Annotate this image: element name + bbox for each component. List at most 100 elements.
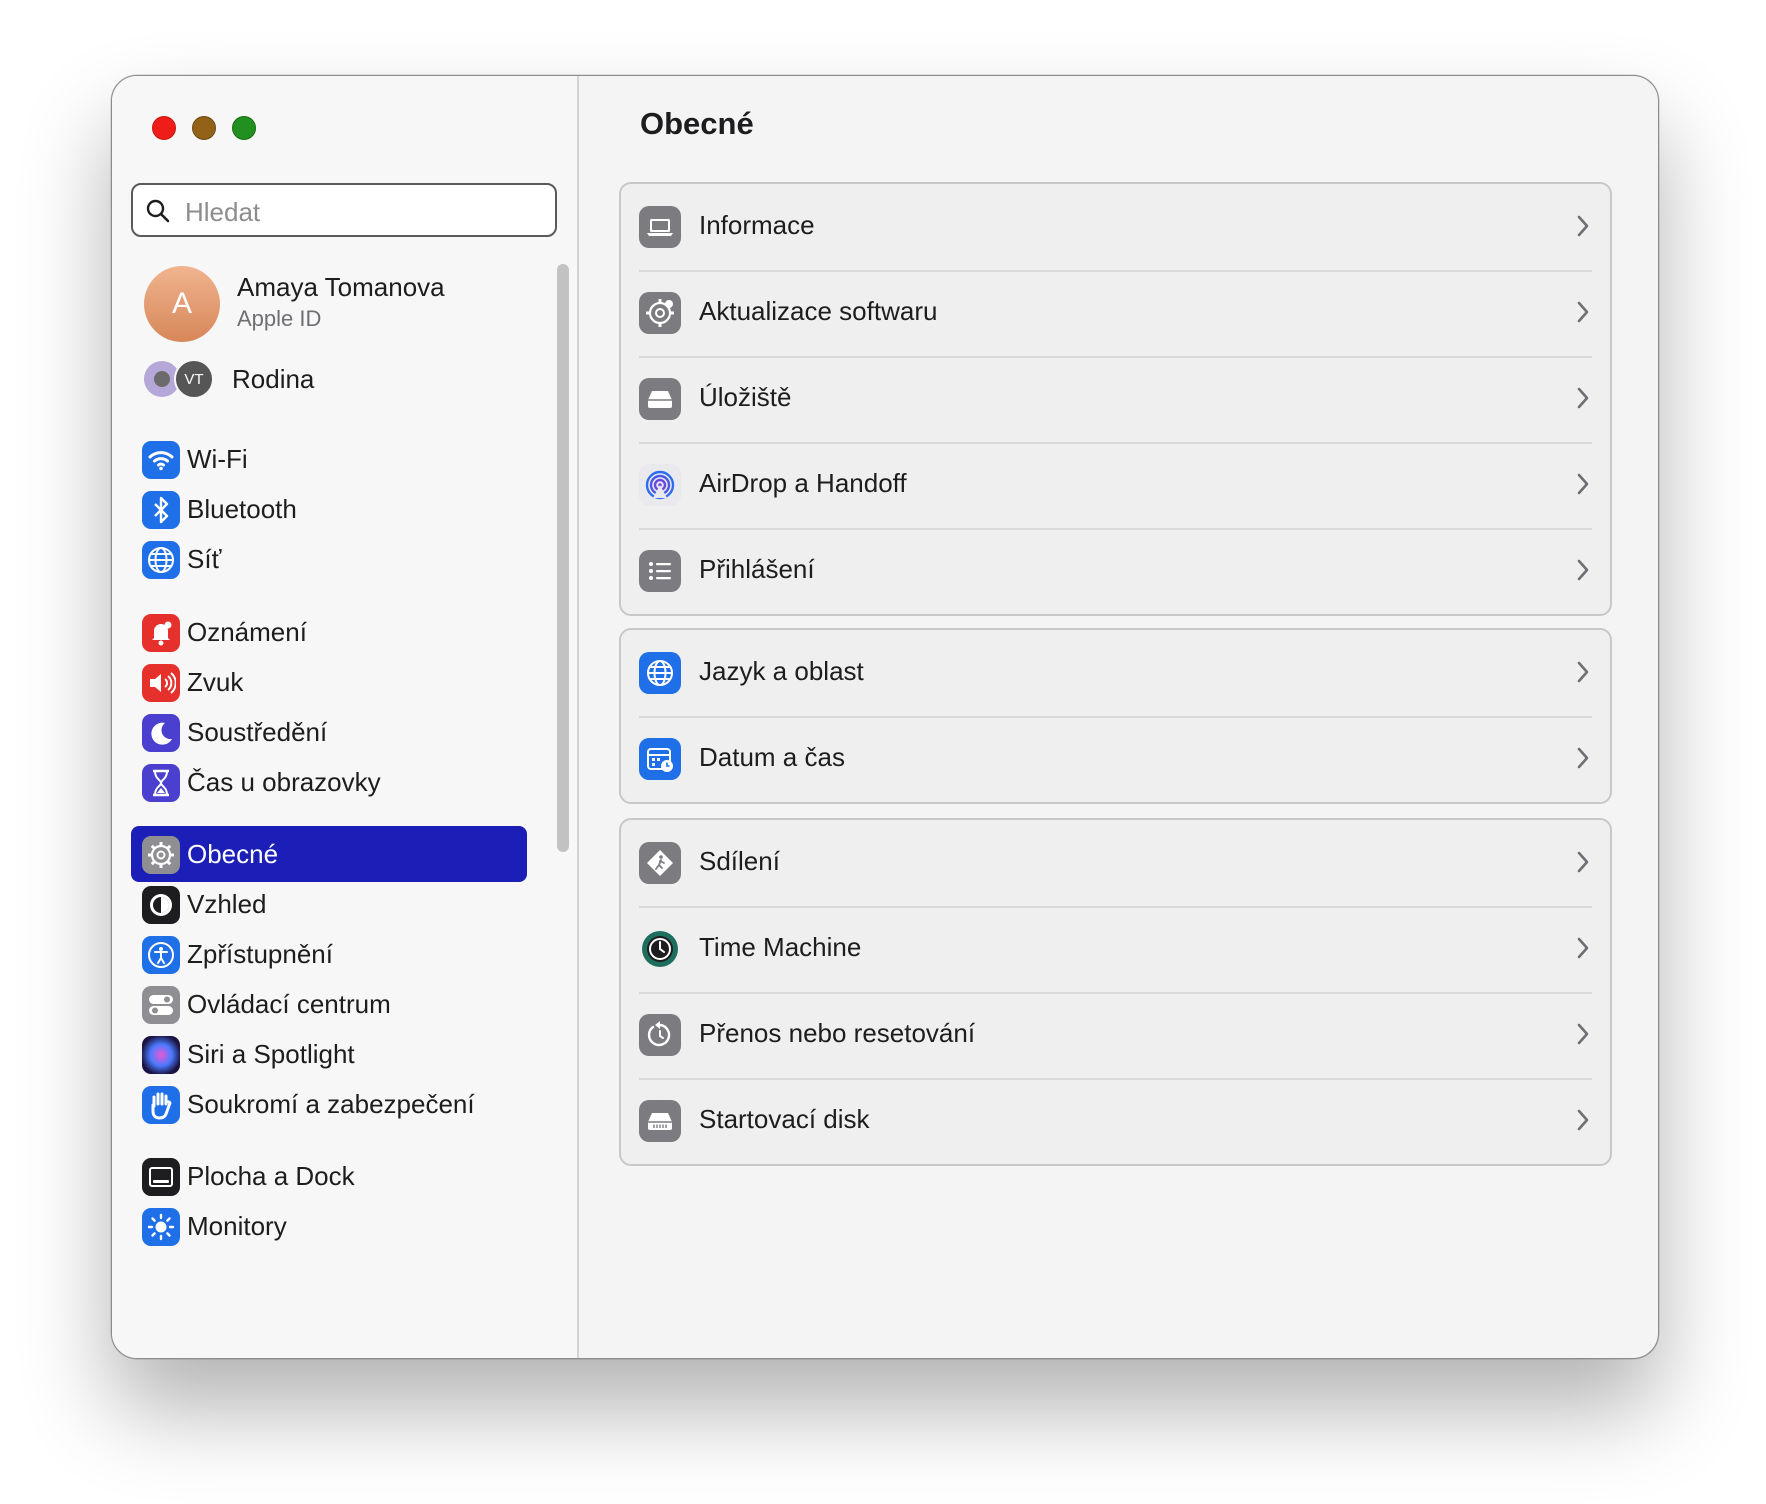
chevron-right-icon bbox=[1577, 661, 1589, 683]
zoom-button[interactable] bbox=[232, 116, 256, 140]
settings-group-locale: Jazyk a oblast Datum a čas bbox=[619, 628, 1612, 804]
sidebar-item-label: Siri a Spotlight bbox=[187, 1039, 355, 1069]
hourglass-icon bbox=[142, 764, 180, 802]
sun-icon bbox=[142, 1208, 180, 1246]
sidebar: Hledat A Amaya Tomanova Apple ID VT Rodi… bbox=[112, 76, 579, 1358]
settings-group-device: Informace Aktualizace softwaru Úložiště … bbox=[619, 182, 1612, 616]
list-icon bbox=[639, 550, 681, 592]
hand-icon bbox=[142, 1086, 180, 1124]
settings-group-system: Sdílení Time Machine Přenos nebo resetov… bbox=[619, 818, 1612, 1166]
sidebar-item-network[interactable]: Síť bbox=[131, 531, 527, 587]
sidebar-item-label: Wi-Fi bbox=[187, 444, 248, 474]
sidebar-item-wifi[interactable]: Wi-Fi bbox=[131, 431, 527, 487]
sidebar-item-accessibility[interactable]: Zpřístupnění bbox=[131, 926, 527, 982]
row-date-time[interactable]: Datum a čas bbox=[621, 716, 1610, 802]
row-label: Jazyk a oblast bbox=[699, 656, 864, 686]
close-button[interactable] bbox=[152, 116, 176, 140]
row-login-items[interactable]: Přihlášení bbox=[621, 528, 1610, 614]
sidebar-item-label: Oznámení bbox=[187, 617, 307, 647]
speaker-icon bbox=[142, 664, 180, 702]
calendar-clock-icon bbox=[639, 738, 681, 780]
gear-badge-icon bbox=[639, 292, 681, 334]
time-machine-icon bbox=[639, 928, 681, 970]
row-label: Startovací disk bbox=[699, 1104, 870, 1134]
sidebar-item-sound[interactable]: Zvuk bbox=[131, 654, 527, 710]
settings-window: Hledat A Amaya Tomanova Apple ID VT Rodi… bbox=[111, 75, 1659, 1359]
search-field[interactable]: Hledat bbox=[131, 183, 557, 237]
drive-icon bbox=[639, 378, 681, 420]
sidebar-item-label: Čas u obrazovky bbox=[187, 767, 381, 797]
appearance-icon bbox=[142, 886, 180, 924]
family-member-avatar-initials: VT bbox=[174, 359, 214, 399]
globe-icon bbox=[639, 652, 681, 694]
dock-icon bbox=[142, 1158, 180, 1196]
sidebar-item-label: Soustředění bbox=[187, 717, 328, 747]
row-about[interactable]: Informace bbox=[621, 184, 1610, 270]
chevron-right-icon bbox=[1577, 937, 1589, 959]
chevron-right-icon bbox=[1577, 301, 1589, 323]
chevron-right-icon bbox=[1577, 559, 1589, 581]
row-label: Přenos nebo resetování bbox=[699, 1018, 976, 1048]
gear-icon bbox=[142, 836, 180, 874]
chevron-right-icon bbox=[1577, 387, 1589, 409]
profile-name: Amaya Tomanova bbox=[237, 272, 445, 302]
chevron-right-icon bbox=[1577, 851, 1589, 873]
globe-icon bbox=[142, 541, 180, 579]
chevron-right-icon bbox=[1577, 215, 1589, 237]
sharing-icon bbox=[639, 842, 681, 884]
siri-icon bbox=[142, 1036, 180, 1074]
row-airdrop-handoff[interactable]: AirDrop a Handoff bbox=[621, 442, 1610, 528]
sidebar-item-label: Obecné bbox=[187, 839, 279, 869]
laptop-icon bbox=[639, 206, 681, 248]
sidebar-item-label: Vzhled bbox=[187, 889, 267, 919]
reset-icon bbox=[639, 1014, 681, 1056]
row-label: Time Machine bbox=[699, 932, 862, 962]
sidebar-item-focus[interactable]: Soustředění bbox=[131, 704, 527, 760]
sidebar-item-displays[interactable]: Monitory bbox=[131, 1198, 527, 1254]
sidebar-item-screen-time[interactable]: Čas u obrazovky bbox=[131, 754, 527, 810]
moon-icon bbox=[142, 714, 180, 752]
sidebar-item-siri-spotlight[interactable]: Siri a Spotlight bbox=[131, 1026, 527, 1082]
sidebar-item-control-center[interactable]: Ovládací centrum bbox=[131, 976, 527, 1032]
sidebar-item-desktop-dock[interactable]: Plocha a Dock bbox=[131, 1148, 527, 1204]
row-sharing[interactable]: Sdílení bbox=[621, 820, 1610, 906]
search-icon bbox=[146, 199, 170, 223]
accessibility-icon bbox=[142, 936, 180, 974]
row-label: Sdílení bbox=[699, 846, 780, 876]
sidebar-item-label: Bluetooth bbox=[187, 494, 297, 524]
sidebar-item-privacy-security[interactable]: Soukromí a zabezpečení bbox=[131, 1076, 527, 1132]
sidebar-item-general[interactable]: Obecné bbox=[131, 826, 527, 882]
row-time-machine[interactable]: Time Machine bbox=[621, 906, 1610, 992]
row-label: Úložiště bbox=[699, 382, 792, 412]
row-label: Informace bbox=[699, 210, 815, 240]
sidebar-item-label: Plocha a Dock bbox=[187, 1161, 355, 1191]
chevron-right-icon bbox=[1577, 747, 1589, 769]
row-label: Aktualizace softwaru bbox=[699, 296, 938, 326]
row-storage[interactable]: Úložiště bbox=[621, 356, 1610, 442]
startup-disk-icon bbox=[639, 1100, 681, 1142]
toggles-icon bbox=[142, 986, 180, 1024]
row-transfer-reset[interactable]: Přenos nebo resetování bbox=[621, 992, 1610, 1078]
sidebar-item-label: Soukromí a zabezpečení bbox=[187, 1089, 475, 1119]
profile-subtitle: Apple ID bbox=[237, 306, 322, 331]
sidebar-item-label: Ovládací centrum bbox=[187, 989, 391, 1019]
minimize-button[interactable] bbox=[192, 116, 216, 140]
row-language-region[interactable]: Jazyk a oblast bbox=[621, 630, 1610, 716]
sidebar-item-label: Monitory bbox=[187, 1211, 287, 1241]
sidebar-scrollbar[interactable] bbox=[557, 264, 569, 852]
family-label: Rodina bbox=[232, 364, 315, 394]
row-startup-disk[interactable]: Startovací disk bbox=[621, 1078, 1610, 1164]
row-label: AirDrop a Handoff bbox=[699, 468, 907, 498]
sidebar-item-label: Zvuk bbox=[187, 667, 244, 697]
sidebar-item-notifications[interactable]: Oznámení bbox=[131, 604, 527, 660]
sidebar-item-appearance[interactable]: Vzhled bbox=[131, 876, 527, 932]
chevron-right-icon bbox=[1577, 1023, 1589, 1045]
sidebar-item-bluetooth[interactable]: Bluetooth bbox=[131, 481, 527, 537]
row-software-update[interactable]: Aktualizace softwaru bbox=[621, 270, 1610, 356]
family-avatars: VT bbox=[144, 359, 216, 399]
chevron-right-icon bbox=[1577, 473, 1589, 495]
avatar: A bbox=[144, 266, 220, 342]
wifi-icon bbox=[142, 441, 180, 479]
row-label: Přihlášení bbox=[699, 554, 815, 584]
sidebar-item-label: Zpřístupnění bbox=[187, 939, 333, 969]
